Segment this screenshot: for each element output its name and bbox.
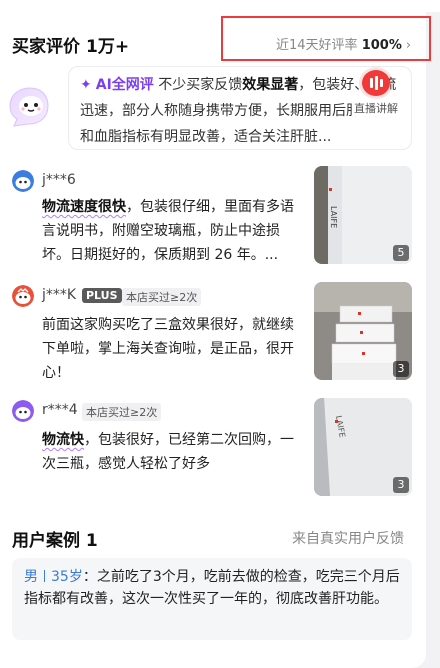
ai-label-text: AI全网评 [95, 77, 154, 93]
review-username: j***6 [42, 172, 76, 188]
ai-summary-bold: 效果显著 [242, 77, 299, 93]
rate-value: 100% [361, 38, 402, 53]
user-cases-label: 用户案例 [12, 531, 80, 551]
user-cases-source: 来自真实用户反馈 [292, 531, 404, 547]
reviews-title-label: 买家评价 [12, 37, 80, 57]
review-text: 物流速度很快，包装很仔细，里面有多语言说明书，附赠空玻璃瓶，防止中途损坏。日期挺… [42, 195, 302, 267]
ai-summary-segment: 不少买家反馈 [158, 77, 243, 93]
user-cases-title: 用户案例 1 [12, 526, 98, 551]
user-case-text: 男 35岁：之前吃了3个月，吃前去做的检查，吃完三个月后指标都有改善，这次一次性买… [24, 566, 404, 610]
page-edge [429, 0, 437, 668]
photo-count: 5 [393, 245, 409, 261]
photo-count: 3 [393, 477, 409, 493]
ai-summary-label: ✦ AI全网评 [80, 77, 154, 93]
review-text: 前面这家购买吃了三盒效果很好，就继续下单啦，掌上海关查询啦，是正品，很开心！ [42, 313, 302, 385]
user-avatar[interactable] [12, 170, 34, 192]
photo-count: 3 [393, 361, 409, 377]
review-username: r***4 [42, 402, 78, 418]
review-text: 物流快，包装很好，已经第二次回购，一次三瓶，感觉人轻松了好多 [42, 428, 302, 476]
positive-rate-link[interactable]: 近14天好评率 100% › [276, 34, 411, 53]
review-body: 前面这家购买吃了三盒效果很好，就继续下单啦，掌上海关查询啦，是正品，很开心！ [42, 317, 294, 381]
svg-text:LAIFE: LAIFE [329, 206, 338, 228]
review-photo[interactable]: LAIFE 5 [314, 166, 412, 264]
ai-mascot-icon [9, 87, 49, 127]
case-age: 35岁 [51, 569, 83, 585]
review-highlight: 物流速度很快 [42, 199, 126, 215]
chevron-right-icon: › [405, 38, 412, 53]
review-photo[interactable]: LAIFE 3 [314, 398, 412, 496]
ai-summary-text: ✦ AI全网评 不少买家反馈效果显著，包装好、物流迅速，部分人称随身携带方便，长期… [80, 72, 398, 150]
case-divider [44, 570, 45, 582]
review-username: j***K [42, 287, 77, 303]
user-cases-count: 1 [85, 531, 98, 551]
live-stream-label[interactable]: 直播讲解 [352, 100, 400, 116]
repeat-buyer-badge: 本店买过≥2次 [122, 288, 202, 306]
repeat-buyer-badge: 本店买过≥2次 [82, 403, 162, 421]
user-avatar[interactable] [12, 400, 34, 422]
review-highlight: 物流快 [42, 432, 84, 448]
review-photo[interactable]: 3 [314, 282, 412, 380]
rate-label: 近14天好评率 [276, 38, 358, 53]
sparkle-icon: ✦ [80, 77, 92, 93]
plus-member-badge: PLUS [82, 288, 122, 303]
case-gender: 男 [24, 569, 38, 585]
live-stream-icon[interactable] [362, 70, 390, 96]
reviews-count: 1万+ [86, 37, 130, 57]
reviews-title[interactable]: 买家评价 1万+ [12, 32, 129, 57]
user-avatar[interactable] [12, 285, 34, 307]
